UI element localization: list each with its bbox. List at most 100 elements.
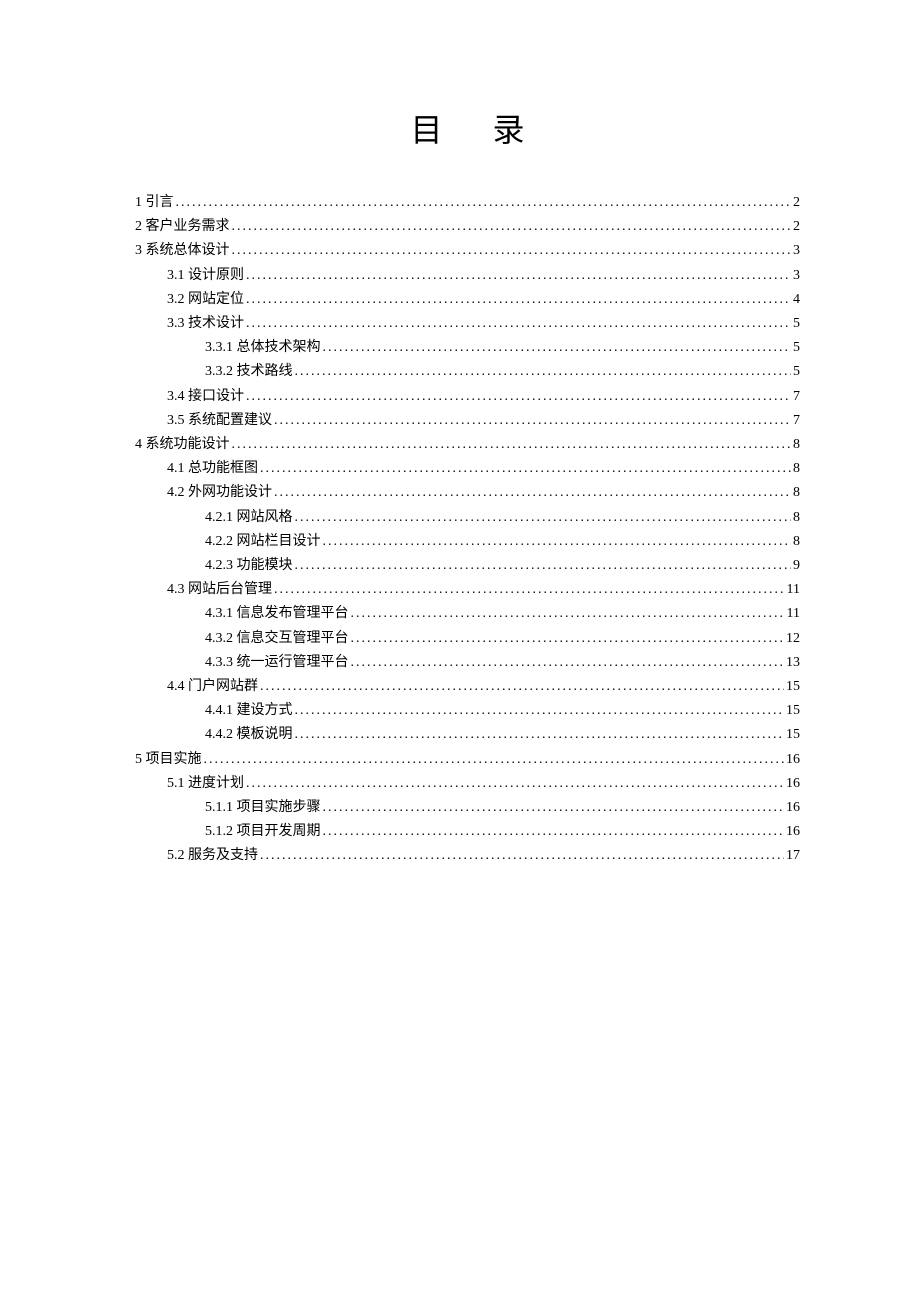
toc-entry-page: 16 (786, 796, 800, 820)
toc-leader-dots (174, 191, 794, 215)
toc-entry-page: 8 (793, 433, 800, 457)
toc-entry-page: 8 (793, 457, 800, 481)
toc-leader-dots (244, 312, 793, 336)
toc-leader-dots (202, 748, 787, 772)
toc-entry[interactable]: 4.2 外网功能设计 8 (135, 481, 800, 505)
toc-entry-label: 4.2.1 网站风格 (205, 506, 293, 530)
toc-entry[interactable]: 5.1.2 项目开发周期 16 (135, 820, 800, 844)
toc-entry[interactable]: 2 客户业务需求 2 (135, 215, 800, 239)
toc-entry-label: 5.1.2 项目开发周期 (205, 820, 321, 844)
toc-entry-page: 8 (793, 530, 800, 554)
toc-entry[interactable]: 5.1 进度计划16 (135, 772, 800, 796)
toc-entry-page: 2 (793, 191, 800, 215)
toc-entry[interactable]: 3 系统总体设计3 (135, 239, 800, 263)
toc-entry[interactable]: 4.3.3 统一运行管理平台 13 (135, 651, 800, 675)
toc-leader-dots (293, 699, 787, 723)
toc-entry[interactable]: 3.3.1 总体技术架构 5 (135, 336, 800, 360)
toc-entry-page: 15 (786, 723, 800, 747)
toc-entry-label: 4.2.2 网站栏目设计 (205, 530, 321, 554)
toc-entry[interactable]: 3.3.2 技术路线5 (135, 360, 800, 384)
toc-entry[interactable]: 4.3 网站后台管理 11 (135, 578, 800, 602)
toc-entry-page: 11 (787, 602, 800, 626)
toc-leader-dots (272, 578, 787, 602)
toc-entry-label: 1 引言 (135, 191, 174, 215)
toc-entry[interactable]: 4.4.1 建设方式 15 (135, 699, 800, 723)
toc-entry-label: 3.3.2 技术路线 (205, 360, 293, 384)
toc-leader-dots (244, 264, 793, 288)
toc-entry-page: 15 (786, 699, 800, 723)
toc-entry-page: 3 (793, 239, 800, 263)
toc-entry-label: 4.3.2 信息交互管理平台 (205, 627, 349, 651)
toc-entry[interactable]: 4.4.2 模板说明 15 (135, 723, 800, 747)
toc-entry-label: 4.3 网站后台管理 (167, 578, 272, 602)
toc-entry-page: 7 (793, 409, 800, 433)
toc-leader-dots (258, 457, 793, 481)
toc-entry-page: 5 (793, 336, 800, 360)
toc-entry[interactable]: 4.1 总功能框图 8 (135, 457, 800, 481)
toc-entry[interactable]: 4.4 门户网站群15 (135, 675, 800, 699)
toc-entry-label: 5.1.1 项目实施步骤 (205, 796, 321, 820)
toc-leader-dots (272, 409, 793, 433)
toc-entry-label: 3.1 设计原则 (167, 264, 244, 288)
toc-leader-dots (272, 481, 793, 505)
toc-entry-page: 3 (793, 264, 800, 288)
toc-leader-dots (244, 772, 786, 796)
toc-entry-page: 13 (786, 651, 800, 675)
toc-entry[interactable]: 5.2 服务及支持17 (135, 844, 800, 868)
toc-entry-label: 4.1 总功能框图 (167, 457, 258, 481)
toc-leader-dots (258, 844, 786, 868)
document-page: 目录 1 引言22 客户业务需求23 系统总体设计33.1 设计原则33.2 网… (0, 0, 920, 869)
toc-entry-label: 3.3.1 总体技术架构 (205, 336, 321, 360)
toc-leader-dots (244, 288, 793, 312)
toc-leader-dots (293, 554, 794, 578)
toc-entry[interactable]: 4 系统功能设计 8 (135, 433, 800, 457)
toc-entry[interactable]: 3.3 技术设计 5 (135, 312, 800, 336)
toc-entry[interactable]: 3.4 接口设计7 (135, 385, 800, 409)
toc-entry-page: 16 (786, 772, 800, 796)
toc-entry-page: 11 (787, 578, 800, 602)
toc-entry[interactable]: 3.5 系统配置建议 7 (135, 409, 800, 433)
toc-leader-dots (258, 675, 786, 699)
toc-entry-page: 16 (786, 748, 800, 772)
toc-entry[interactable]: 4.2.2 网站栏目设计 8 (135, 530, 800, 554)
toc-entry[interactable]: 4.3.2 信息交互管理平台12 (135, 627, 800, 651)
toc-entry-label: 4.2.3 功能模块 (205, 554, 293, 578)
toc-leader-dots (349, 651, 787, 675)
toc-entry-label: 2 客户业务需求 (135, 215, 230, 239)
toc-entry-label: 5 项目实施 (135, 748, 202, 772)
toc-entry-label: 4.3.1 信息发布管理平台 (205, 602, 349, 626)
toc-entry-label: 4.3.3 统一运行管理平台 (205, 651, 349, 675)
toc-entry-page: 8 (793, 506, 800, 530)
toc-entry[interactable]: 1 引言 2 (135, 191, 800, 215)
toc-entry-label: 4.4.1 建设方式 (205, 699, 293, 723)
toc-leader-dots (349, 602, 787, 626)
toc-leader-dots (230, 433, 794, 457)
toc-entry[interactable]: 4.2.3 功能模块9 (135, 554, 800, 578)
toc-entry-label: 3.5 系统配置建议 (167, 409, 272, 433)
toc-entry[interactable]: 5.1.1 项目实施步骤 16 (135, 796, 800, 820)
toc-entry-label: 4.4.2 模板说明 (205, 723, 293, 747)
toc-entry[interactable]: 5 项目实施 16 (135, 748, 800, 772)
toc-leader-dots (244, 385, 793, 409)
toc-entry-page: 8 (793, 481, 800, 505)
toc-entry-label: 4.2 外网功能设计 (167, 481, 272, 505)
table-of-contents: 1 引言22 客户业务需求23 系统总体设计33.1 设计原则33.2 网站定位… (135, 191, 800, 869)
toc-entry[interactable]: 4.3.1 信息发布管理平台 11 (135, 602, 800, 626)
toc-leader-dots (293, 723, 787, 747)
toc-leader-dots (321, 336, 794, 360)
toc-leader-dots (321, 820, 787, 844)
toc-entry-label: 3.3 技术设计 (167, 312, 244, 336)
toc-entry-label: 4.4 门户网站群 (167, 675, 258, 699)
toc-leader-dots (230, 215, 794, 239)
toc-entry-label: 3.4 接口设计 (167, 385, 244, 409)
toc-entry-label: 3.2 网站定位 (167, 288, 244, 312)
toc-entry[interactable]: 3.1 设计原则 3 (135, 264, 800, 288)
toc-entry-page: 2 (793, 215, 800, 239)
toc-leader-dots (321, 530, 794, 554)
toc-entry-label: 4 系统功能设计 (135, 433, 230, 457)
toc-entry-page: 5 (793, 312, 800, 336)
toc-leader-dots (293, 360, 794, 384)
toc-entry[interactable]: 3.2 网站定位4 (135, 288, 800, 312)
toc-entry-page: 16 (786, 820, 800, 844)
toc-entry[interactable]: 4.2.1 网站风格 8 (135, 506, 800, 530)
